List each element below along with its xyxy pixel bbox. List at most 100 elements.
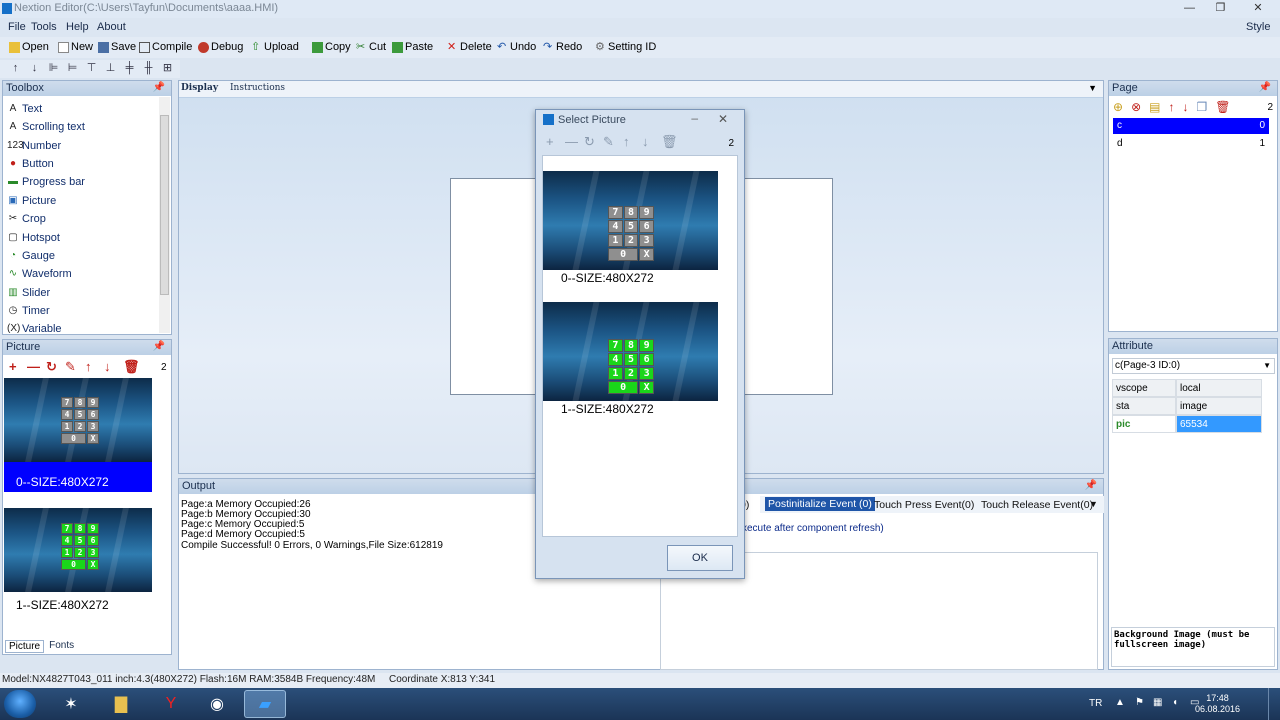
toolbox-item-hotspot[interactable]: ▢ Hotspot xyxy=(7,232,60,244)
bring-forward-icon[interactable]: ↑ xyxy=(10,63,21,74)
center-vertical-icon[interactable]: ╫ xyxy=(143,63,154,74)
trash-icon[interactable]: 🗑 xyxy=(1215,100,1230,114)
menu-file[interactable]: File xyxy=(8,21,26,33)
page-item[interactable]: d 1 xyxy=(1113,136,1269,152)
pin-icon[interactable]: 📌 xyxy=(1259,82,1271,93)
align-right-icon[interactable]: ⊨ xyxy=(67,63,78,74)
toolbox-item-button[interactable]: ● Button xyxy=(7,158,54,170)
align-bottom-icon[interactable]: ⊥ xyxy=(105,63,116,74)
redo-button[interactable]: ↷ Redo xyxy=(543,41,582,53)
trash-icon[interactable]: 🗑 xyxy=(123,359,140,375)
debug-button[interactable]: Debug xyxy=(198,41,243,53)
toolbox-item-variable[interactable]: (X) Variable xyxy=(7,323,62,335)
tab-fonts[interactable]: Fonts xyxy=(46,640,77,653)
move-up-icon[interactable]: ↑ xyxy=(623,134,630,149)
attribute-row[interactable]: pic 65534 xyxy=(1112,415,1262,433)
pin-icon[interactable]: 📌 xyxy=(153,82,165,93)
edit-picture-icon[interactable]: ✎ xyxy=(65,359,76,375)
toolbox-item-crop[interactable]: ✂ Crop xyxy=(7,213,46,225)
language-indicator[interactable]: TR xyxy=(1089,698,1102,709)
component-selector[interactable]: c(Page-3 ID:0) ▼ xyxy=(1112,358,1275,374)
move-up-icon[interactable]: ↑ xyxy=(1168,100,1174,114)
setting-id-button[interactable]: ⚙ Setting ID xyxy=(595,41,656,53)
browser-icon[interactable]: Y xyxy=(150,690,192,718)
network-icon[interactable]: ▦ xyxy=(1153,697,1162,708)
toolbox-item-timer[interactable]: ◷ Timer xyxy=(7,305,50,317)
move-down-icon[interactable]: ↓ xyxy=(642,134,649,149)
pin-icon[interactable]: 📌 xyxy=(153,341,165,352)
add-icon[interactable]: + xyxy=(546,134,554,149)
minimize-button[interactable]: – xyxy=(691,111,698,125)
tab-instructions[interactable]: Instructions xyxy=(230,83,285,93)
copy-page-icon[interactable]: ❐ xyxy=(1196,100,1207,114)
system-clock[interactable]: 17:48 06.08.2016 xyxy=(1195,693,1240,715)
dropdown-arrow-icon[interactable]: ▼ xyxy=(1089,499,1098,509)
move-up-icon[interactable]: ↑ xyxy=(85,359,92,374)
dropdown-arrow-icon[interactable]: ▼ xyxy=(1088,83,1097,93)
attribute-row[interactable]: sta image xyxy=(1112,397,1262,415)
add-page-icon[interactable]: ⊕ xyxy=(1113,100,1123,114)
maximize-button[interactable]: ❐ xyxy=(1205,0,1236,18)
toolbox-item-scrolling-text[interactable]: A Scrolling text xyxy=(7,121,85,133)
picture-item-1[interactable]: 789 456 1230X 1--SIZE:480X272 xyxy=(4,508,152,612)
start-button[interactable] xyxy=(4,690,36,718)
pin-icon[interactable]: 📌 xyxy=(1085,480,1097,491)
attribute-value[interactable]: 65534 xyxy=(1176,415,1262,433)
show-hidden-icons-icon[interactable]: ▲ xyxy=(1115,697,1125,708)
delete-page-icon[interactable]: ⊗ xyxy=(1131,100,1141,114)
grid-icon[interactable]: ⊞ xyxy=(162,63,173,74)
attribute-row[interactable]: vscope local xyxy=(1112,379,1262,397)
toolbox-item-text[interactable]: A Text xyxy=(7,103,43,115)
copy-button[interactable]: Copy xyxy=(312,41,351,53)
taskbar-app-icon[interactable]: ✶ xyxy=(50,690,92,718)
menu-about[interactable]: About xyxy=(97,21,126,33)
compile-button[interactable]: Compile xyxy=(139,41,192,53)
dialog-picture-item-1[interactable]: 789 456 1230X xyxy=(543,302,718,401)
align-left-icon[interactable]: ⊫ xyxy=(48,63,59,74)
minimize-button[interactable]: — xyxy=(1174,0,1205,18)
nextion-editor-taskbar-icon[interactable]: ▰ xyxy=(244,690,286,718)
move-down-icon[interactable]: ↓ xyxy=(1182,100,1188,114)
picture-item-0[interactable]: 789 456 1230X 0--SIZE:480X272 xyxy=(4,378,152,492)
align-top-icon[interactable]: ⊤ xyxy=(86,63,97,74)
add-picture-icon[interactable]: + xyxy=(9,359,17,374)
toolbox-scrollbar[interactable] xyxy=(159,97,170,333)
open-button[interactable]: Open xyxy=(9,41,49,53)
tab-touch-release-event[interactable]: Touch Release Event(0) xyxy=(981,499,1093,511)
save-button[interactable]: Save xyxy=(98,41,136,53)
toolbox-item-gauge[interactable]: ◔ Gauge xyxy=(7,250,55,262)
tab-picture[interactable]: Picture xyxy=(5,640,45,653)
show-desktop-button[interactable] xyxy=(1268,688,1280,720)
delete-button[interactable]: ✕ Delete xyxy=(447,41,492,53)
toolbox-item-number[interactable]: 123 Number xyxy=(7,140,61,152)
toolbox-item-waveform[interactable]: ∿ Waveform xyxy=(7,268,72,280)
volume-icon[interactable]: ◖ xyxy=(1172,697,1178,708)
close-button[interactable]: ✕ xyxy=(718,112,728,126)
tab-postinitialize-event[interactable]: Postinitialize Event (0) xyxy=(765,497,875,511)
tab-touch-press-event[interactable]: Touch Press Event(0) xyxy=(874,499,974,511)
toolbox-item-picture[interactable]: ▣ Picture xyxy=(7,195,56,207)
cut-button[interactable]: ✂ Cut xyxy=(356,41,386,53)
new-button[interactable]: New xyxy=(58,41,93,53)
menu-tools[interactable]: Tools xyxy=(31,21,57,33)
move-down-icon[interactable]: ↓ xyxy=(104,359,111,374)
paste-button[interactable]: Paste xyxy=(392,41,433,53)
page-item-selected[interactable]: c 0 xyxy=(1113,118,1269,134)
menu-style[interactable]: Style xyxy=(1246,21,1270,33)
insert-page-icon[interactable]: ▤ xyxy=(1149,100,1160,114)
undo-button[interactable]: ↶ Undo xyxy=(497,41,536,53)
tab-display[interactable]: Display xyxy=(181,83,218,93)
toolbox-item-slider[interactable]: ▥ Slider xyxy=(7,287,50,299)
scrollbar-thumb[interactable] xyxy=(160,115,169,295)
remove-picture-icon[interactable]: — xyxy=(27,359,40,374)
refresh-picture-icon[interactable]: ↻ xyxy=(46,359,57,375)
attribute-value[interactable]: image xyxy=(1176,397,1262,415)
flag-icon[interactable]: ⚑ xyxy=(1135,697,1144,708)
edit-icon[interactable]: ✎ xyxy=(603,134,614,150)
file-explorer-icon[interactable]: ▇ xyxy=(100,690,142,718)
menu-help[interactable]: Help xyxy=(66,21,89,33)
attribute-value[interactable]: local xyxy=(1176,379,1262,397)
send-backward-icon[interactable]: ↓ xyxy=(29,63,40,74)
camera-app-icon[interactable]: ◉ xyxy=(196,690,238,718)
close-button[interactable]: ✕ xyxy=(1236,0,1280,18)
